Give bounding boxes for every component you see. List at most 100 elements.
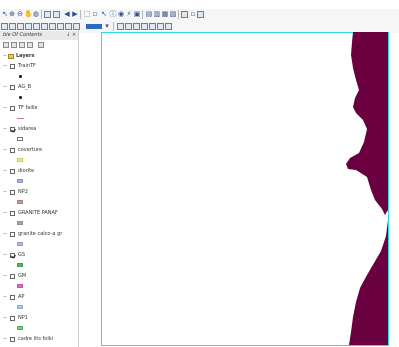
save-icon[interactable] [17,23,24,30]
chevron-down-icon[interactable]: ▾ [103,22,111,30]
layer-visibility-checkbox[interactable] [10,211,15,216]
layer-visibility-checkbox[interactable] [10,127,15,132]
list-by-visibility-icon[interactable] [19,42,25,48]
expand-collapse-icon[interactable]: − [3,336,7,343]
forward-arrow-icon[interactable]: ▶ [71,10,79,18]
route-icon[interactable]: ▦ [161,10,169,18]
layer-visibility-checkbox[interactable] [10,337,15,342]
model-builder-icon[interactable] [165,23,172,30]
new-map-icon[interactable] [1,23,8,30]
toolbox-toggle-icon[interactable] [149,23,156,30]
layer-name[interactable]: NP1 [18,315,28,322]
expand-collapse-icon[interactable]: − [3,294,7,301]
layer-visibility-checkbox[interactable] [10,274,15,279]
layer-visibility-checkbox[interactable] [10,316,15,321]
select-features-icon[interactable]: ⬚ [83,10,91,18]
select-elements-icon[interactable]: ↖ [100,10,108,18]
fixed-zoom-in-icon[interactable] [44,11,51,18]
editor-toolbar-icon[interactable] [117,23,124,30]
layer-name[interactable]: AP [18,294,24,301]
time-slider-icon[interactable]: ▥ [153,10,161,18]
layer-name[interactable]: NP2 [18,189,28,196]
toc-toggle-icon[interactable] [125,23,132,30]
expand-collapse-icon[interactable]: − [3,210,7,217]
expand-collapse-icon[interactable]: − [3,252,7,259]
geology-polygon-top[interactable] [346,32,388,215]
python-window-icon[interactable] [157,23,164,30]
arctoolbox-icon[interactable] [197,11,204,18]
list-by-source-icon[interactable] [11,42,17,48]
map-canvas[interactable] [101,32,390,347]
undo-icon[interactable] [65,23,72,30]
point-symbol-icon [19,75,22,78]
expand-collapse-icon[interactable]: − [3,105,7,112]
catalog-toggle-icon[interactable] [133,23,140,30]
delete-icon[interactable] [57,23,64,30]
copy-icon[interactable] [41,23,48,30]
back-arrow-icon[interactable]: ◀ [63,10,71,18]
expand-collapse-icon[interactable]: − [3,63,7,70]
auto-hide-pin-icon[interactable]: ↓ [66,32,70,39]
fixed-zoom-out-icon[interactable] [53,11,60,18]
options-icon[interactable] [38,42,44,48]
pan-hand-icon[interactable]: ✋ [24,10,33,18]
expand-collapse-icon[interactable]: − [3,189,7,196]
layer-visibility-checkbox[interactable] [10,190,15,195]
table-of-contents-panel: ble Of Contents ↓ × − Layers − TrainTF − AG_B… [0,31,79,347]
expand-collapse-icon[interactable]: − [3,231,7,238]
catalog-window-icon[interactable] [181,11,188,18]
paste-icon[interactable] [49,23,56,30]
layer-name[interactable]: GS [18,252,25,259]
toc-toolbar [0,41,78,51]
layer-visibility-checkbox[interactable] [10,106,15,111]
layer-name[interactable]: granite calco-a gr [18,231,62,238]
expand-collapse-icon[interactable]: − [3,315,7,322]
layer-name[interactable]: TrainTF [18,63,36,70]
expand-collapse-icon[interactable]: − [3,126,7,133]
layer-visibility-checkbox[interactable] [10,85,15,90]
layer-name[interactable]: coverture [18,147,42,154]
layer-visibility-checkbox[interactable] [10,169,15,174]
layer-name[interactable]: diorite [18,168,34,175]
find-icon[interactable]: ◉ [117,10,125,18]
layer-name[interactable]: GRANITE PANAF [18,210,58,217]
clear-selection-icon[interactable]: ▫ [91,10,99,18]
expand-collapse-icon[interactable]: − [3,147,7,154]
redo-icon[interactable] [73,23,80,30]
toolbar-separator [142,10,143,19]
measure-icon[interactable]: ▤ [145,10,153,18]
close-icon[interactable]: × [72,32,76,39]
goto-xy-icon[interactable]: ▧ [169,10,177,18]
arcmap-window: ↖ ⊕ ⊖ ✋ ◍ ◀ ▶ ⬚ ▫ ↖ ⓘ ◉ ⚡ ▣ ▤ ▥ ▦ ▧ ▫ ▾ … [0,0,399,347]
zoom-out-icon[interactable]: ⊖ [16,10,24,18]
layer-visibility-checkbox[interactable] [10,295,15,300]
cut-icon[interactable] [33,23,40,30]
print-icon[interactable] [25,23,32,30]
layer-name[interactable]: TF faille [18,105,38,112]
full-extent-icon[interactable]: ◍ [32,10,40,18]
expand-collapse-icon[interactable]: − [3,168,7,175]
expand-collapse-icon[interactable]: − [3,84,7,91]
layer-visibility-checkbox[interactable] [10,253,15,258]
layer-visibility-checkbox[interactable] [10,232,15,237]
layer-name[interactable]: GM [18,273,26,280]
expand-collapse-icon[interactable]: − [3,53,7,60]
html-popup-icon[interactable]: ▣ [133,10,141,18]
layer-visibility-checkbox[interactable] [10,64,15,69]
expand-collapse-icon[interactable]: − [3,273,7,280]
map-scale-combo[interactable] [86,24,102,29]
geology-polygon-bottom[interactable] [349,220,388,345]
search-toggle-icon[interactable] [141,23,148,30]
layer-name[interactable]: Layers [16,53,35,60]
layer-name[interactable]: AG_B [18,84,31,91]
search-window-icon[interactable]: ▫ [189,10,197,18]
list-by-selection-icon[interactable] [27,42,33,48]
list-by-drawing-order-icon[interactable] [3,42,9,48]
layer-visibility-checkbox[interactable] [10,148,15,153]
layer-name[interactable]: sidarea [18,126,36,133]
open-icon[interactable] [9,23,16,30]
layer-name[interactable]: cadre lits folki [18,336,53,343]
zoom-in-icon[interactable]: ⊕ [8,10,16,18]
hyperlink-icon[interactable]: ⚡ [125,10,133,18]
identify-icon[interactable]: ⓘ [109,10,117,18]
